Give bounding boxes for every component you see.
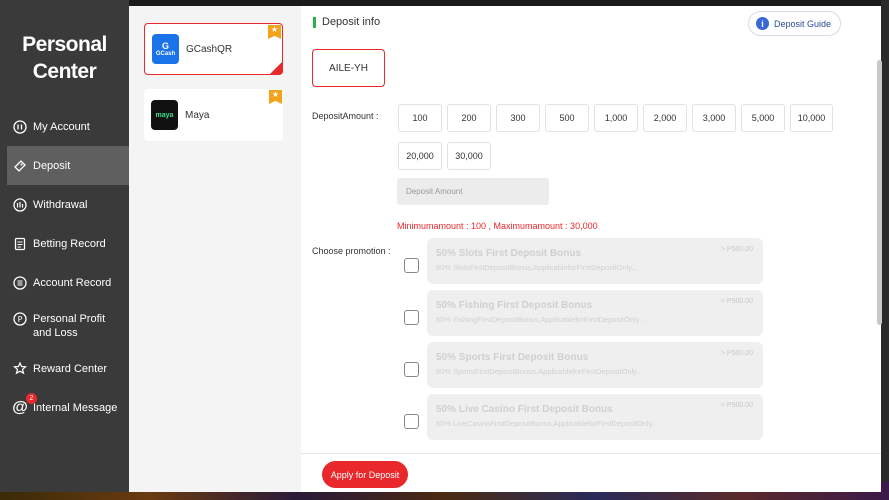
promotion-amount: > P500.00 [720, 246, 753, 253]
sidebar-item-profit-loss[interactable]: P Personal Profit and Loss [7, 302, 129, 349]
amount-option[interactable]: 100 [398, 104, 442, 132]
promotion-amount: > P500.00 [720, 350, 753, 357]
sidebar-item-label: Reward Center [33, 362, 107, 375]
promotion-card[interactable]: 50% Sports First Deposit Bonus 50% Sport… [427, 342, 763, 388]
promotion-item: 50% Fishing First Deposit Bonus 50% Fish… [404, 290, 763, 337]
promotion-description: 50% FishingFirstDepositBonus,Applicablef… [436, 315, 646, 324]
at-icon: @ [12, 398, 28, 416]
sidebar-item-withdrawal[interactable]: Withdrawal [7, 185, 129, 224]
maya-logo-icon: maya [151, 100, 178, 130]
reward-icon [13, 361, 27, 376]
payment-method-name: GCashQR [186, 43, 233, 55]
gcash-logo-icon: G GCash [152, 34, 179, 64]
payment-method-maya[interactable]: maya Maya ★ [144, 89, 283, 141]
promotion-checkbox[interactable] [404, 362, 419, 377]
promotion-title: 50% Slots First Deposit Bonus [436, 248, 582, 259]
footer-divider [301, 453, 881, 454]
amount-option[interactable]: 3,000 [692, 104, 736, 132]
amount-option[interactable]: 5,000 [741, 104, 785, 132]
sidebar-item-my-account[interactable]: My Account [7, 107, 129, 146]
promotion-card[interactable]: 50% Slots First Deposit Bonus 50% SlotsF… [427, 238, 763, 284]
deposit-amount-input[interactable] [397, 178, 549, 205]
promotion-checkbox[interactable] [404, 258, 419, 273]
promotion-amount: > P500.00 [720, 298, 753, 305]
promotion-description: 50% SlotsFirstDepositBonus,Applicablefor… [436, 263, 638, 272]
deposit-amount-label: DepositAmount : [312, 111, 379, 121]
apply-deposit-button[interactable]: Apply for Deposit [322, 461, 408, 488]
amount-option[interactable]: 20,000 [398, 142, 442, 170]
svg-text:P: P [18, 315, 23, 324]
payment-method-gcashqr[interactable]: G GCash GCashQR ★ [144, 23, 283, 75]
amount-option[interactable]: 1,000 [594, 104, 638, 132]
sidebar-item-label: Account Record [33, 276, 112, 289]
sidebar-item-reward-center[interactable]: Reward Center [7, 349, 129, 388]
deposit-guide-button[interactable]: i Deposit Guide [748, 11, 841, 36]
promotion-checkbox[interactable] [404, 414, 419, 429]
recommend-star-icon: ★ [268, 25, 281, 39]
promotion-item: 50% Sports First Deposit Bonus 50% Sport… [404, 342, 763, 389]
amount-option[interactable]: 300 [496, 104, 540, 132]
info-icon: i [756, 17, 769, 30]
promotion-card[interactable]: 50% Fishing First Deposit Bonus 50% Fish… [427, 290, 763, 336]
payment-method-list: G GCash GCashQR ★ maya Maya ★ [129, 6, 301, 492]
sidebar-item-label: Deposit [33, 159, 71, 172]
panel-scrollbar[interactable] [877, 60, 882, 325]
promotion-list[interactable]: 50% Slots First Deposit Bonus 50% SlotsF… [301, 236, 881, 454]
deposit-info-header: Deposit info [313, 16, 380, 28]
sidebar-item-label: Internal Message [33, 401, 118, 414]
promotion-title: 50% Sports First Deposit Bonus [436, 352, 589, 363]
sidebar-title: Personal Center [22, 33, 107, 83]
sidebar-item-deposit[interactable]: Deposit [7, 146, 129, 185]
profit-loss-icon: P [13, 312, 27, 326]
sidebar-nav: My Account Deposit Withdrawal Betting Re… [7, 107, 129, 427]
amount-option[interactable]: 500 [545, 104, 589, 132]
promotion-checkbox[interactable] [404, 310, 419, 325]
promotion-item: 50% Live Casino First Deposit Bonus 50% … [404, 394, 763, 441]
promotion-description: 50% SportsFirstDepositBonus,Applicablefo… [436, 367, 643, 376]
deposit-icon [13, 159, 27, 173]
sidebar-item-internal-message[interactable]: @ 2 Internal Message [7, 388, 129, 427]
channel-option-aile-yh[interactable]: AILE-YH [312, 49, 385, 87]
background-right-edge [881, 0, 889, 482]
sidebar-item-label: Betting Record [33, 237, 106, 250]
account-icon [13, 119, 27, 134]
account-record-icon [13, 275, 27, 290]
deposit-panel: Deposit info i Deposit Guide AILE-YH Dep… [301, 6, 881, 492]
message-count-badge: 2 [26, 393, 37, 404]
sidebar-item-label: Personal Profit and Loss [33, 312, 106, 339]
amount-option[interactable]: 10,000 [790, 104, 833, 132]
promotion-description: 50% LiveCasinoFirstDepositBonus,Applicab… [436, 419, 659, 428]
withdrawal-icon [13, 197, 27, 212]
promotion-title: 50% Fishing First Deposit Bonus [436, 300, 593, 311]
selected-corner-icon [270, 62, 282, 74]
amount-option[interactable]: 30,000 [447, 142, 491, 170]
sidebar-item-label: Withdrawal [33, 198, 88, 211]
deposit-guide-label: Deposit Guide [774, 18, 832, 29]
promotion-amount: > P500.00 [720, 402, 753, 409]
promotion-card[interactable]: 50% Live Casino First Deposit Bonus 50% … [427, 394, 763, 440]
promotion-title: 50% Live Casino First Deposit Bonus [436, 404, 613, 415]
sidebar-item-label: My Account [33, 120, 90, 133]
payment-method-name: Maya [185, 109, 210, 121]
section-marker [313, 16, 316, 28]
section-title: Deposit info [322, 16, 381, 28]
betting-record-icon [13, 237, 27, 251]
sidebar: Personal Center My Account Deposit Withd… [0, 0, 129, 492]
amount-option[interactable]: 200 [447, 104, 491, 132]
sidebar-item-account-record[interactable]: Account Record [7, 263, 129, 302]
amount-limit-text: Minimumamount : 100 , Maximumamount : 30… [397, 221, 598, 231]
sidebar-item-betting-record[interactable]: Betting Record [7, 224, 129, 263]
recommend-star-icon: ★ [269, 90, 282, 104]
amount-option[interactable]: 2,000 [643, 104, 687, 132]
promotion-item: 50% Slots First Deposit Bonus 50% SlotsF… [404, 238, 763, 285]
